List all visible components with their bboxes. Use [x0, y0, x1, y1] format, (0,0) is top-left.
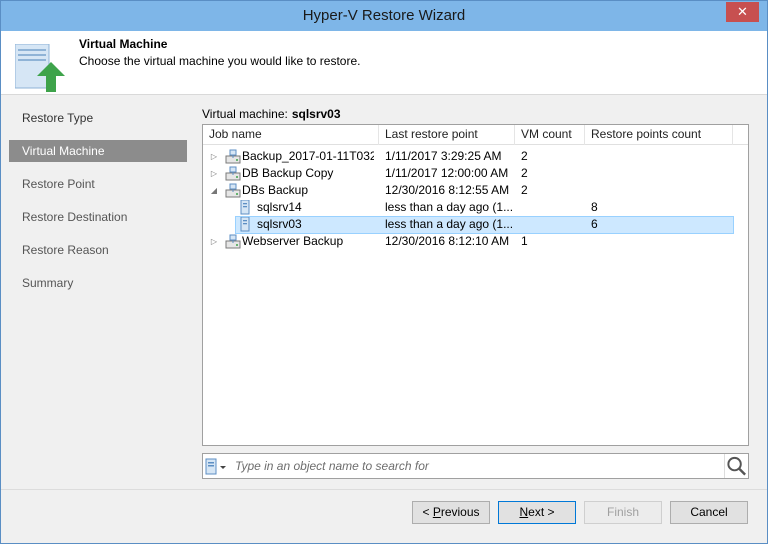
- col-restore-points-count[interactable]: Restore points count: [585, 125, 733, 145]
- nav-restore-point: Restore Point: [22, 177, 95, 191]
- cell-last-restore-point: less than a day ago (1...: [385, 217, 513, 231]
- backup-job-icon: [225, 234, 241, 249]
- cell-job-name: DB Backup Copy: [242, 166, 334, 180]
- expand-arrow-icon[interactable]: ▷: [209, 148, 219, 165]
- vm-icon: [237, 199, 253, 215]
- expand-arrow-icon[interactable]: ▷: [209, 233, 219, 250]
- search-input[interactable]: [235, 457, 723, 475]
- vm-label-text: Virtual machine:: [202, 107, 288, 121]
- object-type-dropdown-icon[interactable]: [205, 458, 233, 476]
- search-icon[interactable]: [724, 454, 748, 478]
- tree-row-job[interactable]: ◢ DBs Backup 12/30/2016 8:12:55 AM 2: [203, 182, 748, 199]
- tree-row-job[interactable]: ▷ DB Backup Copy 1/11/2017 12:00:00 AM 2: [203, 165, 748, 182]
- wizard-window: Hyper-V Restore Wizard ✕ Virtual Machine…: [0, 0, 768, 544]
- footer-divider: [1, 489, 767, 490]
- tree-row-job[interactable]: ▷ Backup_2017-01-11T032... 1/11/2017 3:29:…: [203, 148, 748, 165]
- cell-vm-count: 1: [521, 234, 528, 248]
- vm-selected-value: sqlsrv03: [291, 107, 341, 121]
- col-job-name[interactable]: Job name: [203, 125, 379, 145]
- search-box: [202, 453, 749, 479]
- step-title: Virtual Machine: [79, 37, 168, 51]
- nav-restore-type[interactable]: Restore Type: [9, 107, 187, 129]
- backup-tree[interactable]: Job name Last restore point VM count Res…: [202, 124, 749, 446]
- main-panel: Virtual machine: sqlsrv03 Job name Last r…: [189, 101, 761, 489]
- cell-vm-count: 2: [521, 183, 528, 197]
- tree-row-job[interactable]: ▷ Webserver Backup 12/30/2016 8:12:10 AM 1: [203, 233, 748, 250]
- tree-row-vm[interactable]: sqlsrv03 less than a day ago (1... 6: [203, 216, 748, 234]
- backup-job-icon: [225, 149, 241, 164]
- cell-vm-count: 2: [521, 149, 528, 163]
- title-bar[interactable]: Hyper-V Restore Wizard ✕: [1, 1, 767, 31]
- tree-row-vm[interactable]: sqlsrv14 less than a day ago (1... 8: [203, 199, 748, 216]
- cell-last-restore-point: 12/30/2016 8:12:10 AM: [385, 234, 510, 248]
- col-vm-count[interactable]: VM count: [515, 125, 585, 145]
- cell-restore-points-count: 8: [591, 200, 598, 214]
- cell-vm-count: 2: [521, 166, 528, 180]
- step-description: Choose the virtual machine you would lik…: [79, 54, 361, 68]
- tree-header: Job name Last restore point VM count Res…: [203, 125, 748, 145]
- vm-icon: [237, 216, 253, 232]
- collapse-arrow-icon[interactable]: ◢: [209, 182, 219, 199]
- cell-last-restore-point: 1/11/2017 3:29:25 AM: [385, 149, 502, 163]
- cell-last-restore-point: 12/30/2016 8:12:55 AM: [385, 183, 510, 197]
- cell-last-restore-point: 1/11/2017 12:00:00 AM: [385, 166, 509, 180]
- nav-restore-reason: Restore Reason: [22, 243, 109, 257]
- col-last-restore-point[interactable]: Last restore point: [379, 125, 515, 145]
- restore-vm-icon: [15, 44, 65, 92]
- cell-last-restore-point: less than a day ago (1...: [385, 200, 513, 214]
- cell-job-name: Backup_2017-01-11T032...: [242, 149, 374, 163]
- cell-job-name: sqlsrv03: [257, 217, 302, 231]
- nav-restore-destination: Restore Destination: [22, 210, 128, 224]
- virtual-machine-label: Virtual machine: sqlsrv03: [202, 107, 341, 121]
- previous-button[interactable]: < Previous: [412, 501, 490, 524]
- window-title: Hyper-V Restore Wizard: [302, 7, 466, 24]
- finish-button: Finish: [584, 501, 662, 524]
- cell-job-name: Webserver Backup: [242, 234, 344, 248]
- nav-virtual-machine[interactable]: Virtual Machine: [9, 140, 187, 162]
- wizard-header: Virtual Machine Choose the virtual machi…: [1, 31, 767, 95]
- backup-job-icon: [225, 166, 241, 181]
- cell-job-name: sqlsrv14: [257, 200, 302, 214]
- wizard-steps-nav: Restore Type Virtual Machine Restore Poi…: [9, 101, 189, 489]
- backup-job-icon: [225, 183, 241, 198]
- cancel-button[interactable]: Cancel: [670, 501, 748, 524]
- cell-job-name: DBs Backup: [242, 183, 309, 197]
- expand-arrow-icon[interactable]: ▷: [209, 165, 219, 182]
- cell-restore-points-count: 6: [591, 217, 598, 231]
- nav-summary: Summary: [22, 276, 74, 290]
- close-button[interactable]: ✕: [726, 2, 759, 22]
- next-button[interactable]: Next >: [498, 501, 576, 524]
